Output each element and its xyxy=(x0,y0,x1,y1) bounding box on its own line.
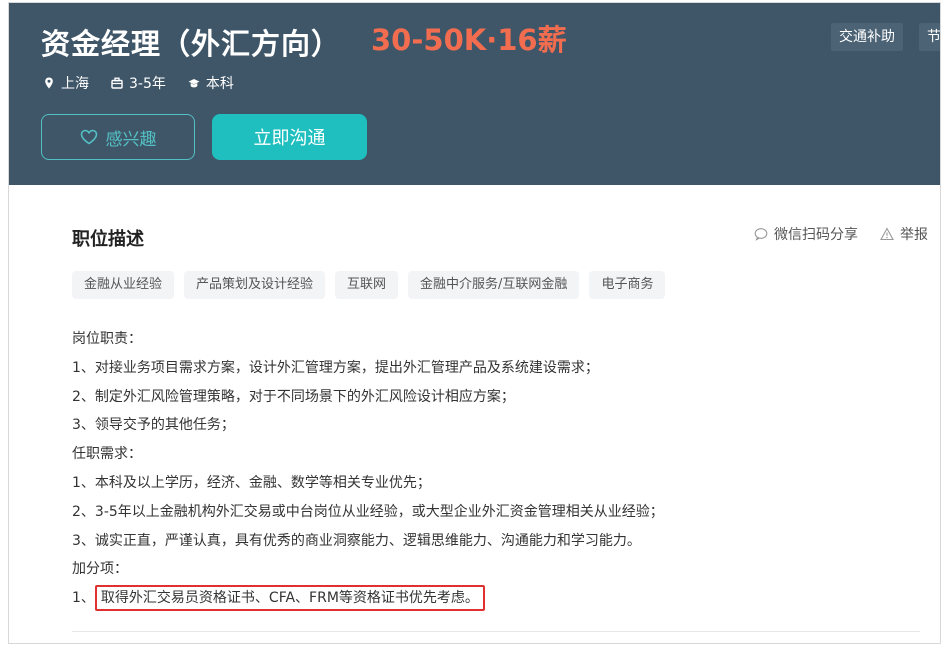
interest-button[interactable]: 感兴趣 xyxy=(41,114,195,160)
chat-now-button[interactable]: 立即沟通 xyxy=(212,114,367,160)
interest-button-label: 感兴趣 xyxy=(105,129,157,150)
description-text: 岗位职责： 1、对接业务项目需求方案，设计外汇管理方案，提出外汇管理产品及系统建… xyxy=(72,325,912,613)
salary-range: 30-50K·16薪 xyxy=(371,23,567,57)
highlighted-requirement: 取得外汇交易员资格证书、CFA、FRM等资格证书优先考虑。 xyxy=(94,585,485,612)
report-label: 举报 xyxy=(900,227,928,243)
job-title: 资金经理（外汇方向） xyxy=(41,27,342,61)
meta-education-text: 本科 xyxy=(205,76,234,92)
description-line: 3、领导交予的其他任务； xyxy=(72,417,235,434)
report-button[interactable]: 举报 xyxy=(880,224,928,244)
meta-education: 本科 xyxy=(188,73,234,93)
skill-tag[interactable]: 金融中介服务/互联网金融 xyxy=(408,271,580,299)
graduation-cap-icon xyxy=(188,79,200,88)
wechat-share-button[interactable]: 微信扫码分享 xyxy=(754,224,858,244)
skill-tag[interactable]: 互联网 xyxy=(335,271,399,299)
job-meta: 上海 3-5年 本科 xyxy=(43,73,234,93)
skill-tag[interactable]: 金融从业经验 xyxy=(72,271,175,299)
wechat-share-label: 微信扫码分享 xyxy=(774,227,858,243)
skill-tag[interactable]: 产品策划及设计经验 xyxy=(184,271,326,299)
briefcase-icon xyxy=(111,77,123,89)
heart-icon xyxy=(80,129,97,145)
meta-experience-text: 3-5年 xyxy=(129,76,166,92)
warning-triangle-icon xyxy=(880,227,894,241)
job-detail-page: 资金经理（外汇方向） 30-50K·16薪 交通补助 节 上海 3-5年 本科 … xyxy=(8,2,941,644)
description-line: 3、诚实正直，严谨认真，具有优秀的商业洞察能力、逻辑思维能力、沟通能力和学习能力… xyxy=(72,532,641,549)
perk-tag: 节 xyxy=(919,23,940,51)
description-line: 加分项： xyxy=(72,561,128,578)
location-pin-icon xyxy=(45,77,53,89)
skill-tags: 金融从业经验 产品策划及设计经验 互联网 金融中介服务/互联网金融 电子商务 xyxy=(72,271,666,299)
description-line-bonus: 1、 取得外汇交易员资格证书、CFA、FRM等资格证书优先考虑。 xyxy=(72,584,912,613)
card-actions: 微信扫码分享 举报 xyxy=(754,224,928,244)
description-line: 岗位职责： xyxy=(72,331,142,347)
description-line: 1、本科及以上学历，经济、金融、数学等相关专业优先； xyxy=(72,474,431,491)
skill-tag[interactable]: 电子商务 xyxy=(589,271,666,299)
job-description-card: 职位描述 微信扫码分享 举报 金融从业经验 产品策划及设计经验 互联网 金融中介… xyxy=(41,199,940,643)
description-line: 2、3-5年以上金融机构外汇交易或中台岗位从业经验，或大型企业外汇资金管理相关从… xyxy=(72,503,664,520)
chat-bubble-icon xyxy=(754,228,768,241)
job-header: 资金经理（外汇方向） 30-50K·16薪 交通补助 节 上海 3-5年 本科 … xyxy=(9,3,940,185)
description-line: 任职需求： xyxy=(72,446,142,463)
description-line: 2、制定外汇风险管理策略，对于不同场景下的外汇风险设计相应方案； xyxy=(72,388,515,405)
meta-location-text: 上海 xyxy=(61,76,89,92)
meta-location: 上海 xyxy=(43,73,89,93)
meta-experience: 3-5年 xyxy=(111,73,166,93)
bonus-item-prefix: 1、 xyxy=(72,590,95,607)
divider xyxy=(72,631,920,632)
section-title: 职位描述 xyxy=(72,229,144,250)
description-line: 1、对接业务项目需求方案，设计外汇管理方案，提出外汇管理产品及系统建设需求； xyxy=(72,359,599,376)
perk-tag: 交通补助 xyxy=(831,23,903,51)
